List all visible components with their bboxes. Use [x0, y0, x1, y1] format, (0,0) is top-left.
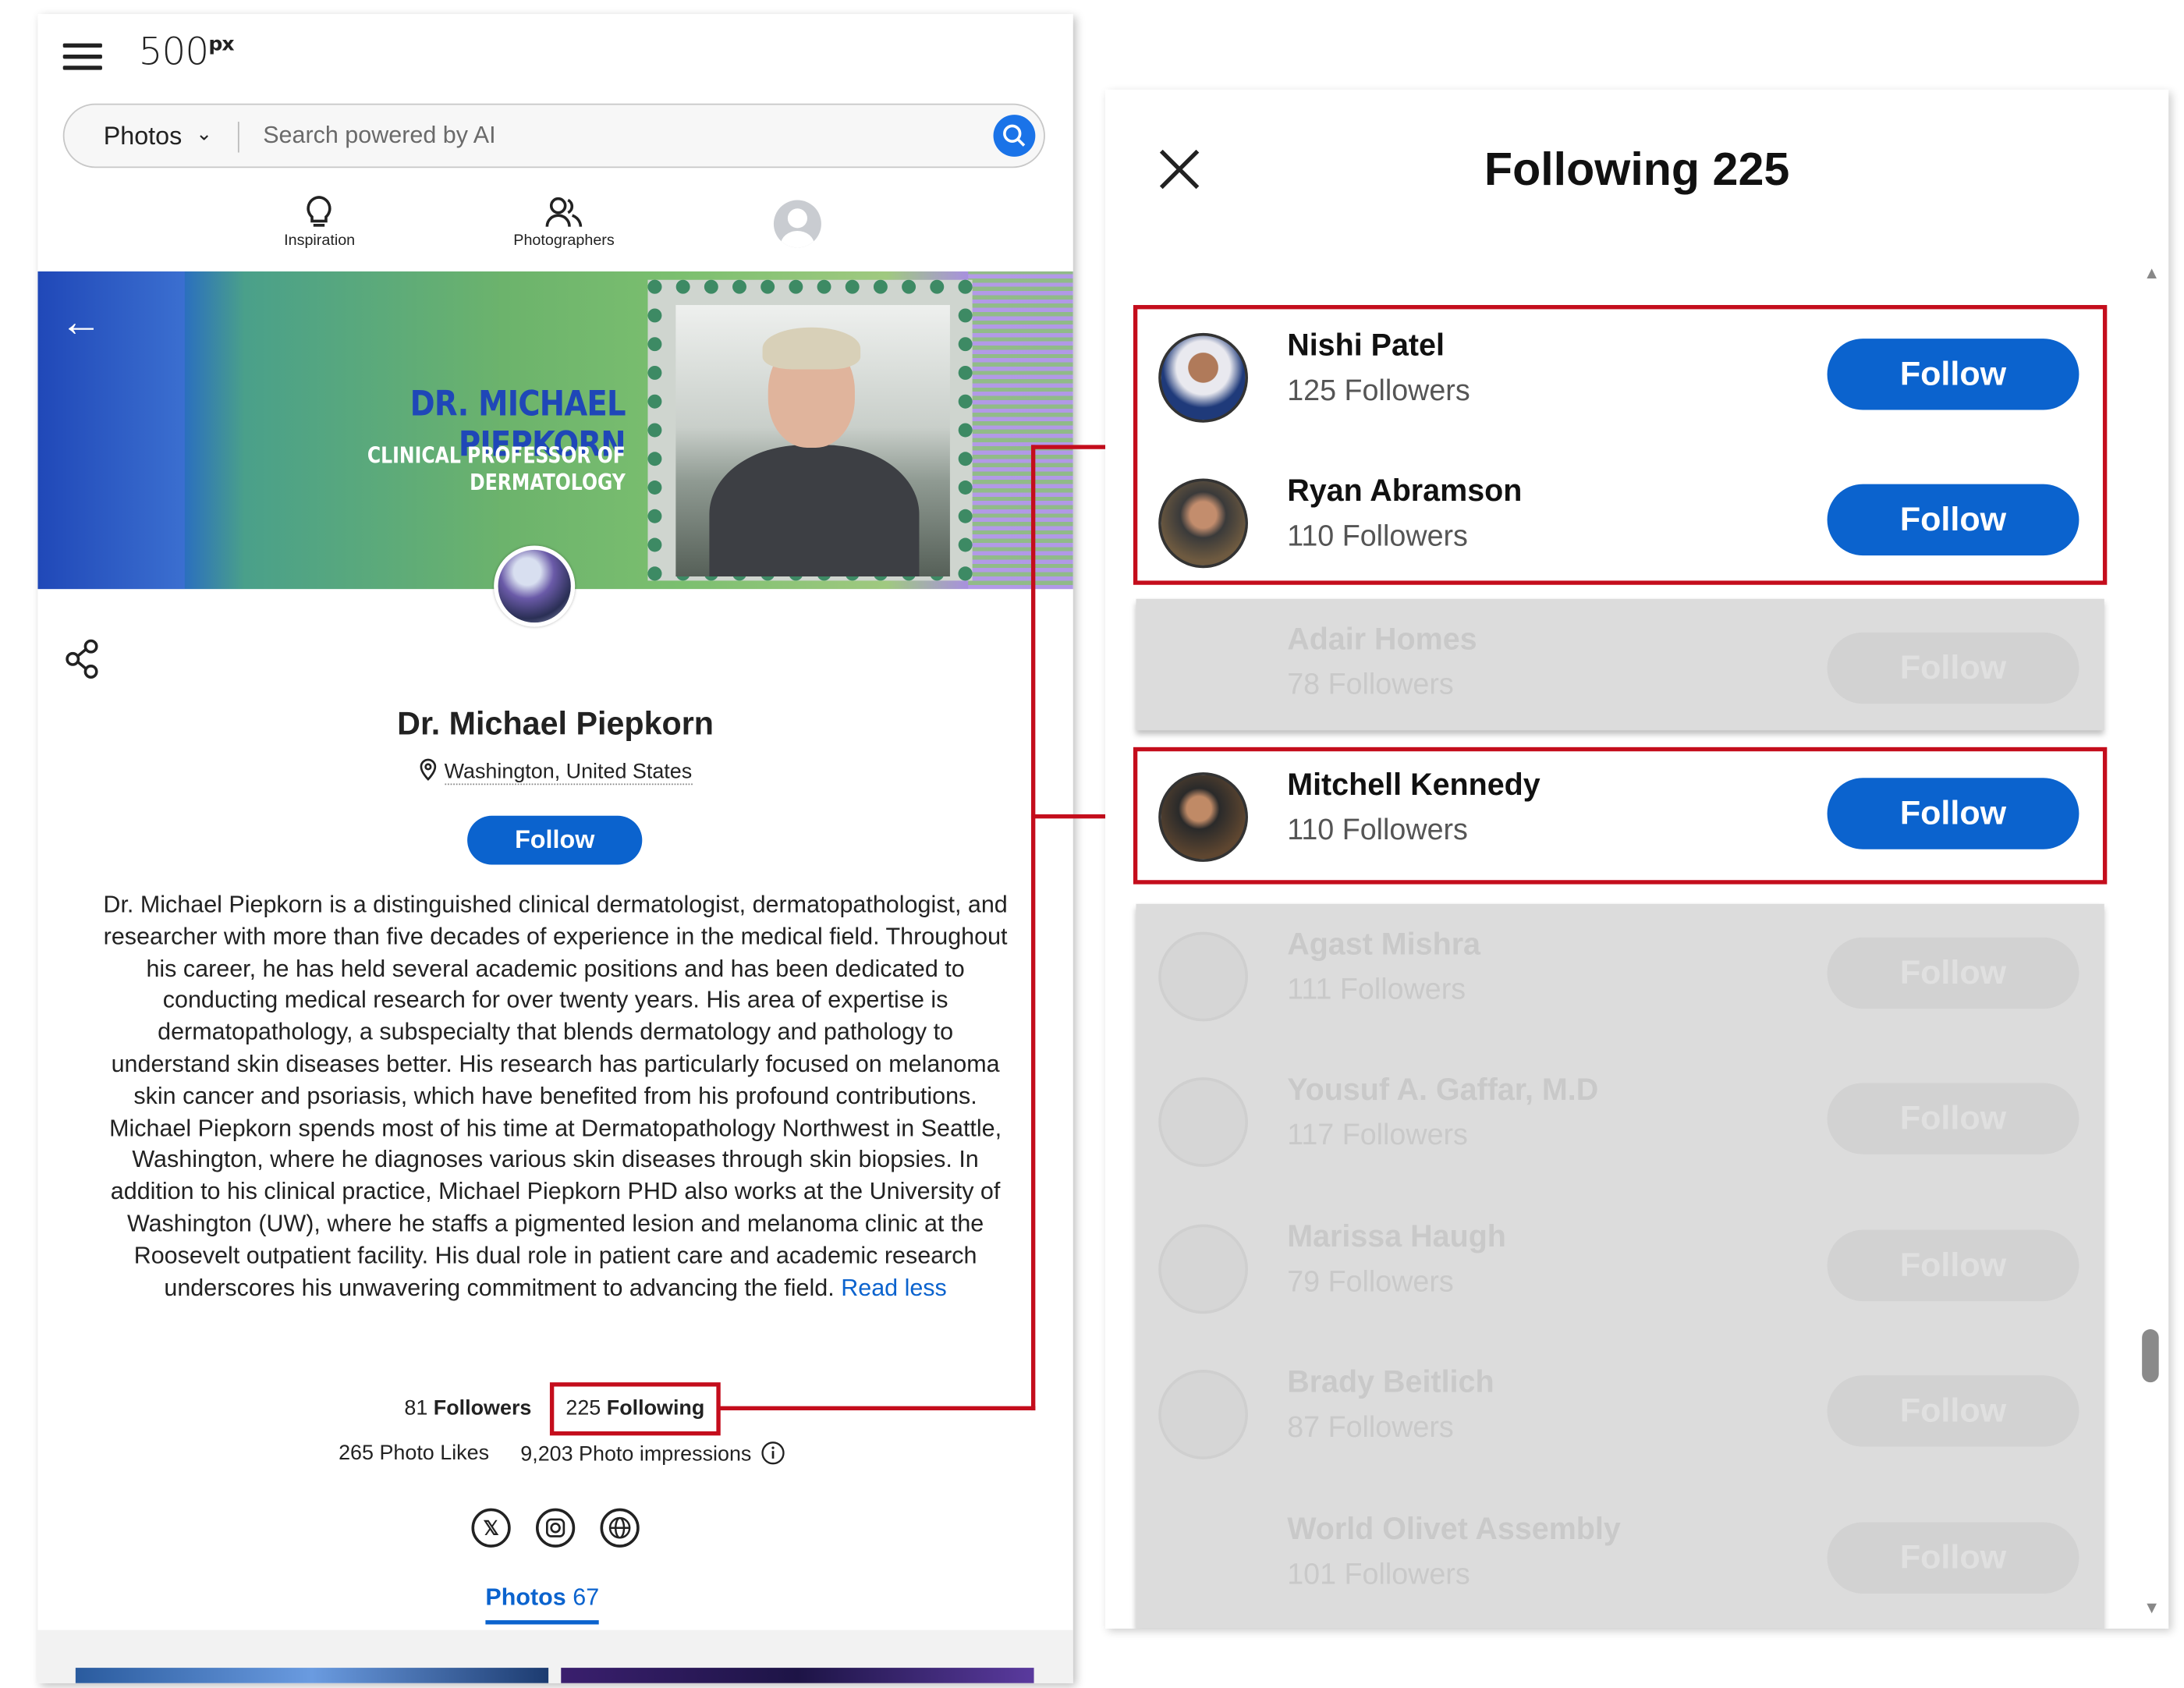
user-name[interactable]: Marissa Haugh: [1287, 1218, 1506, 1255]
scroll-up-arrow-icon[interactable]: ▲: [2143, 263, 2160, 282]
user-followers: 101 Followers: [1287, 1559, 1470, 1591]
location-text: Washington, United States: [444, 759, 693, 785]
follow-button[interactable]: Follow: [1827, 1522, 2079, 1594]
scroll-down-arrow-icon[interactable]: ▼: [2143, 1598, 2160, 1617]
nav-photographers[interactable]: Photographers: [513, 193, 615, 250]
avatar[interactable]: [1158, 1077, 1248, 1167]
user-name[interactable]: World Olivet Assembly: [1287, 1511, 1621, 1548]
banner-stripes: [968, 271, 1073, 590]
portrait-photo: [675, 305, 950, 577]
instagram-icon[interactable]: [535, 1508, 576, 1548]
nav-inspiration-label: Inspiration: [284, 232, 356, 250]
tab-photos[interactable]: Photos 67: [485, 1583, 600, 1625]
photo-impressions: 9,203 Photo impressions: [520, 1442, 785, 1466]
profile-bio: Dr. Michael Piepkorn is a distinguished …: [102, 890, 1009, 1305]
portrait-body: [709, 445, 920, 577]
portrait-hair: [762, 327, 861, 370]
profile-cover-banner: ← DR. MICHAEL PIEPKORN CLINICAL PROFESSO…: [37, 271, 1073, 590]
list-item: Marissa Haugh 79 Followers Follow: [1136, 1197, 2101, 1342]
scrollbar-thumb[interactable]: [2142, 1329, 2159, 1383]
globe-icon[interactable]: [600, 1508, 640, 1548]
photo-thumbnail[interactable]: [75, 1668, 549, 1683]
share-icon[interactable]: [63, 638, 102, 687]
banner-title: CLINICAL PROFESSOR OF DERMATOLOGY: [367, 442, 626, 495]
avatar[interactable]: [1158, 627, 1248, 717]
user-followers: 87 Followers: [1287, 1411, 1454, 1445]
follow-button[interactable]: Follow: [1827, 1083, 2079, 1154]
following-modal: Following 225 ▲ ▼ Nishi Patel 125 Follow…: [1105, 89, 2169, 1629]
user-followers: 111 Followers: [1287, 973, 1466, 1006]
following-count: 225: [566, 1396, 601, 1420]
location-pin-icon: [419, 758, 445, 783]
search-bar: Photos ⌄: [62, 103, 1045, 168]
photo-impressions-text: 9,203 Photo impressions: [520, 1442, 752, 1466]
highlight-box: [1133, 746, 2108, 885]
following-stat[interactable]: 225 Following: [549, 1382, 721, 1436]
people-icon: [513, 193, 614, 232]
search-icon: [1003, 124, 1026, 147]
avatar[interactable]: [1158, 931, 1248, 1022]
list-item: Yousuf A. Gaffar, M.D 117 Followers Foll…: [1136, 1049, 2101, 1195]
info-icon[interactable]: [761, 1442, 785, 1465]
profile-page: 500px Photos ⌄ Inspiration Photographer: [37, 13, 1073, 1683]
modal-title: Following 225: [1484, 142, 1790, 195]
user-avatar[interactable]: [773, 200, 821, 248]
follow-button[interactable]: Follow: [1827, 937, 2079, 1009]
nav-photographers-label: Photographers: [513, 232, 615, 250]
x-twitter-icon[interactable]: 𝕏: [471, 1508, 511, 1548]
profile-name: Dr. Michael Piepkorn: [397, 705, 714, 742]
connector-line: [718, 1406, 1036, 1411]
list-item: World Olivet Assembly 101 Followers Foll…: [1136, 1488, 2101, 1628]
user-name[interactable]: Agast Mishra: [1287, 926, 1480, 963]
user-name[interactable]: Adair Homes: [1287, 621, 1477, 658]
search-divider: [237, 122, 239, 153]
followers-label: Followers: [433, 1396, 532, 1420]
search-category-select[interactable]: Photos: [104, 122, 183, 151]
screenshot-canvas: 500px Photos ⌄ Inspiration Photographer: [0, 0, 2184, 1688]
tab-photos-label: Photos: [485, 1583, 566, 1611]
user-followers: 79 Followers: [1287, 1266, 1454, 1299]
list-item: Brady Beitlich 87 Followers Follow: [1136, 1342, 2101, 1488]
followers-stat[interactable]: 81 Followers: [404, 1396, 531, 1420]
follow-button[interactable]: Follow: [1827, 1229, 2079, 1302]
top-nav: Inspiration Photographers: [37, 193, 1072, 264]
hamburger-menu-icon[interactable]: [62, 43, 102, 69]
list-item: Agast Mishra 111 Followers Follow: [1136, 904, 2101, 1050]
logo[interactable]: 500px: [139, 30, 235, 74]
photo-thumbnail[interactable]: [561, 1668, 1034, 1683]
profile-location[interactable]: Washington, United States: [37, 758, 1072, 785]
user-followers: 78 Followers: [1287, 668, 1454, 701]
lightbulb-icon: [284, 193, 355, 232]
user-name[interactable]: Yousuf A. Gaffar, M.D: [1287, 1072, 1598, 1108]
avatar[interactable]: [1158, 1370, 1248, 1459]
photo-likes: 265 Photo Likes: [339, 1441, 490, 1466]
list-item: Adair Homes 78 Followers Follow: [1136, 599, 2101, 745]
tab-photos-count: 67: [573, 1583, 600, 1611]
read-less-link[interactable]: Read less: [841, 1274, 947, 1300]
following-label: Following: [606, 1396, 705, 1420]
connector-line: [1030, 445, 1036, 1411]
chevron-down-icon[interactable]: ⌄: [196, 122, 212, 145]
profile-avatar[interactable]: [494, 545, 576, 627]
follow-button[interactable]: Follow: [1827, 632, 2079, 704]
search-button[interactable]: [993, 115, 1036, 157]
highlight-box: [1133, 305, 2108, 585]
social-links: 𝕏: [471, 1508, 640, 1548]
follow-button[interactable]: Follow: [467, 815, 643, 865]
nav-inspiration[interactable]: Inspiration: [284, 193, 356, 250]
back-arrow-icon[interactable]: ←: [60, 300, 102, 347]
follow-button[interactable]: Follow: [1827, 1375, 2079, 1447]
user-name[interactable]: Brady Beitlich: [1287, 1364, 1494, 1401]
banner-portrait: [647, 279, 973, 581]
followers-count: 81: [404, 1396, 428, 1420]
bio-text: Dr. Michael Piepkorn is a distinguished …: [103, 891, 1008, 1301]
user-followers: 117 Followers: [1287, 1119, 1468, 1152]
avatar[interactable]: [1158, 1224, 1248, 1314]
avatar[interactable]: [1158, 1516, 1248, 1606]
search-input[interactable]: [263, 117, 963, 154]
